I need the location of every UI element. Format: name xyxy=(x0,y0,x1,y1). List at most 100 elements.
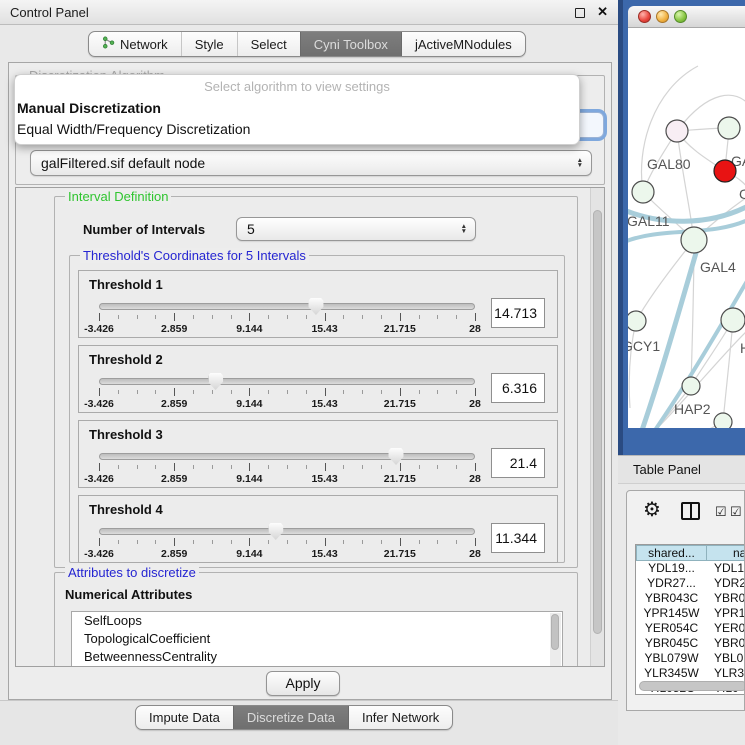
combo-spinner-icon[interactable]: ▲▼ xyxy=(461,224,475,234)
threshold-slider[interactable]: -3.4262.8599.14415.4321.71528 xyxy=(99,372,475,412)
node-attribute-table[interactable]: shared...na YDL19...YDL1YDR27...YDR2YBR0… xyxy=(635,544,745,695)
tick-mark xyxy=(212,465,213,469)
tick-mark xyxy=(343,465,344,469)
apply-button[interactable]: Apply xyxy=(266,671,340,696)
tab-label: Select xyxy=(251,37,287,52)
network-node[interactable] xyxy=(714,160,736,182)
tick-mark xyxy=(325,463,326,471)
attribute-list-item[interactable]: BetweennessCentrality xyxy=(72,648,562,666)
float-window-icon[interactable] xyxy=(575,8,585,18)
close-traffic-light[interactable] xyxy=(638,10,651,23)
threshold-slider[interactable]: -3.4262.8599.14415.4321.71528 xyxy=(99,297,475,337)
minimize-traffic-light[interactable] xyxy=(656,10,669,23)
tick-mark xyxy=(193,315,194,319)
network-node[interactable] xyxy=(682,377,700,395)
threshold-slider[interactable]: -3.4262.8599.14415.4321.71528 xyxy=(99,522,475,562)
network-node[interactable] xyxy=(666,120,688,142)
tick-mark xyxy=(231,390,232,394)
table-row[interactable]: YBR045CYBR0 xyxy=(636,636,745,651)
zoom-traffic-light[interactable] xyxy=(674,10,687,23)
tab-cyni-toolbox[interactable]: Cyni Toolbox xyxy=(300,32,401,56)
network-edge[interactable] xyxy=(629,321,636,408)
tab-discretize-data[interactable]: Discretize Data xyxy=(233,706,348,729)
tab-network[interactable]: Network xyxy=(89,32,181,56)
tab-label: Style xyxy=(195,37,224,52)
tick-mark xyxy=(118,315,119,319)
dropdown-option[interactable]: Manual Discretization xyxy=(15,98,579,119)
table-row[interactable]: YBL079WYBL0 xyxy=(636,651,745,666)
network-view-frame: GAL80GACGAL11GAL4GCY1HHAP2 xyxy=(618,0,745,455)
threshold-row: -3.4262.8599.14415.4321.71528 11.344 xyxy=(99,522,545,562)
attributes-list-scrollbar[interactable] xyxy=(550,613,561,667)
network-node[interactable] xyxy=(721,308,745,332)
tab-label: Impute Data xyxy=(149,710,220,725)
table-row[interactable]: YER054CYER0 xyxy=(636,621,745,636)
combo-spinner-icon[interactable]: ▲▼ xyxy=(577,158,591,168)
threshold-slider[interactable]: -3.4262.8599.14415.4321.71528 xyxy=(99,447,475,487)
node-label: GCY1 xyxy=(628,338,660,354)
table-row[interactable]: YPR145WYPR1 xyxy=(636,606,745,621)
checkbox-icon[interactable]: ☑ xyxy=(730,504,742,520)
interval-definition-group: Interval Definition Number of Intervals … xyxy=(54,196,578,568)
tick-mark xyxy=(475,313,476,321)
table-data-combo[interactable]: galFiltered.sif default node ▲▼ xyxy=(30,150,592,176)
number-of-intervals-combo[interactable]: 5 ▲▼ xyxy=(236,217,476,241)
tab-style[interactable]: Style xyxy=(181,32,237,56)
tick-mark xyxy=(362,540,363,544)
tab-jactivemnodules[interactable]: jActiveMNodules xyxy=(401,32,525,56)
threshold-value-field[interactable]: 21.4 xyxy=(491,448,545,478)
table-row[interactable]: YBR043CYBR0 xyxy=(636,591,745,606)
network-node[interactable] xyxy=(718,117,740,139)
tab-impute-data[interactable]: Impute Data xyxy=(136,706,233,729)
network-node[interactable] xyxy=(714,413,732,428)
attribute-list-item[interactable]: TopologicalCoefficient xyxy=(72,630,562,648)
table-cell: YLR345W xyxy=(636,666,707,681)
network-node[interactable] xyxy=(681,227,707,253)
tab-select[interactable]: Select xyxy=(237,32,300,56)
attribute-list-item[interactable]: SelfLoops xyxy=(72,612,562,630)
tick-mark xyxy=(137,390,138,394)
threshold-value-field[interactable]: 14.713 xyxy=(491,298,545,328)
table-row[interactable]: YDL19...YDL1 xyxy=(636,561,745,576)
dropdown-option[interactable]: Equal Width/Frequency Discretization xyxy=(15,119,579,140)
threshold-value-field[interactable]: 11.344 xyxy=(491,523,545,553)
network-node[interactable] xyxy=(628,311,646,331)
network-edge[interactable] xyxy=(636,240,694,321)
gear-icon[interactable]: ⚙ xyxy=(643,497,661,522)
tick-mark xyxy=(343,315,344,319)
close-icon[interactable]: ✕ xyxy=(597,4,608,20)
table-horizontal-scrollbar[interactable] xyxy=(639,681,745,691)
tick-mark xyxy=(381,465,382,469)
scale-label: 21.715 xyxy=(384,473,416,485)
split-columns-icon[interactable] xyxy=(681,502,700,520)
node-label: GAL4 xyxy=(700,259,736,275)
table-row[interactable]: YDR27...YDR2 xyxy=(636,576,745,591)
slider-track[interactable] xyxy=(99,528,475,535)
network-canvas[interactable]: GAL80GACGAL11GAL4GCY1HHAP2 xyxy=(628,28,745,428)
attributes-scrollbar-thumb[interactable] xyxy=(551,614,559,650)
column-header[interactable]: na xyxy=(707,545,745,561)
thresholds-group-title: Threshold's Coordinates for 5 Intervals xyxy=(80,248,309,263)
network-window-titlebar[interactable] xyxy=(628,6,745,28)
numerical-attributes-list[interactable]: SelfLoopsTopologicalCoefficientBetweenne… xyxy=(71,611,563,667)
tab-infer-network[interactable]: Infer Network xyxy=(348,706,452,729)
settings-scrollbar-thumb[interactable] xyxy=(593,210,602,634)
tick-mark xyxy=(137,315,138,319)
column-header[interactable]: shared... xyxy=(636,545,707,561)
threshold-value-field[interactable]: 6.316 xyxy=(491,373,545,403)
slider-ticks xyxy=(99,463,475,472)
network-node[interactable] xyxy=(632,181,654,203)
slider-track[interactable] xyxy=(99,453,475,460)
tick-mark xyxy=(231,315,232,319)
network-edge[interactable] xyxy=(723,320,733,422)
tick-mark xyxy=(419,315,420,319)
slider-track[interactable] xyxy=(99,378,475,385)
table-panel-titlebar: Table Panel xyxy=(618,455,745,484)
checkbox-icon[interactable]: ☑ xyxy=(715,504,727,520)
table-row[interactable]: YLR345WYLR3 xyxy=(636,666,745,681)
slider-scale: -3.4262.8599.14415.4321.71528 xyxy=(99,323,475,335)
settings-vertical-scrollbar[interactable] xyxy=(590,188,604,666)
table-data-combo-value: galFiltered.sif default node xyxy=(31,155,577,171)
scale-label: 2.859 xyxy=(161,473,187,485)
slider-track[interactable] xyxy=(99,303,475,310)
